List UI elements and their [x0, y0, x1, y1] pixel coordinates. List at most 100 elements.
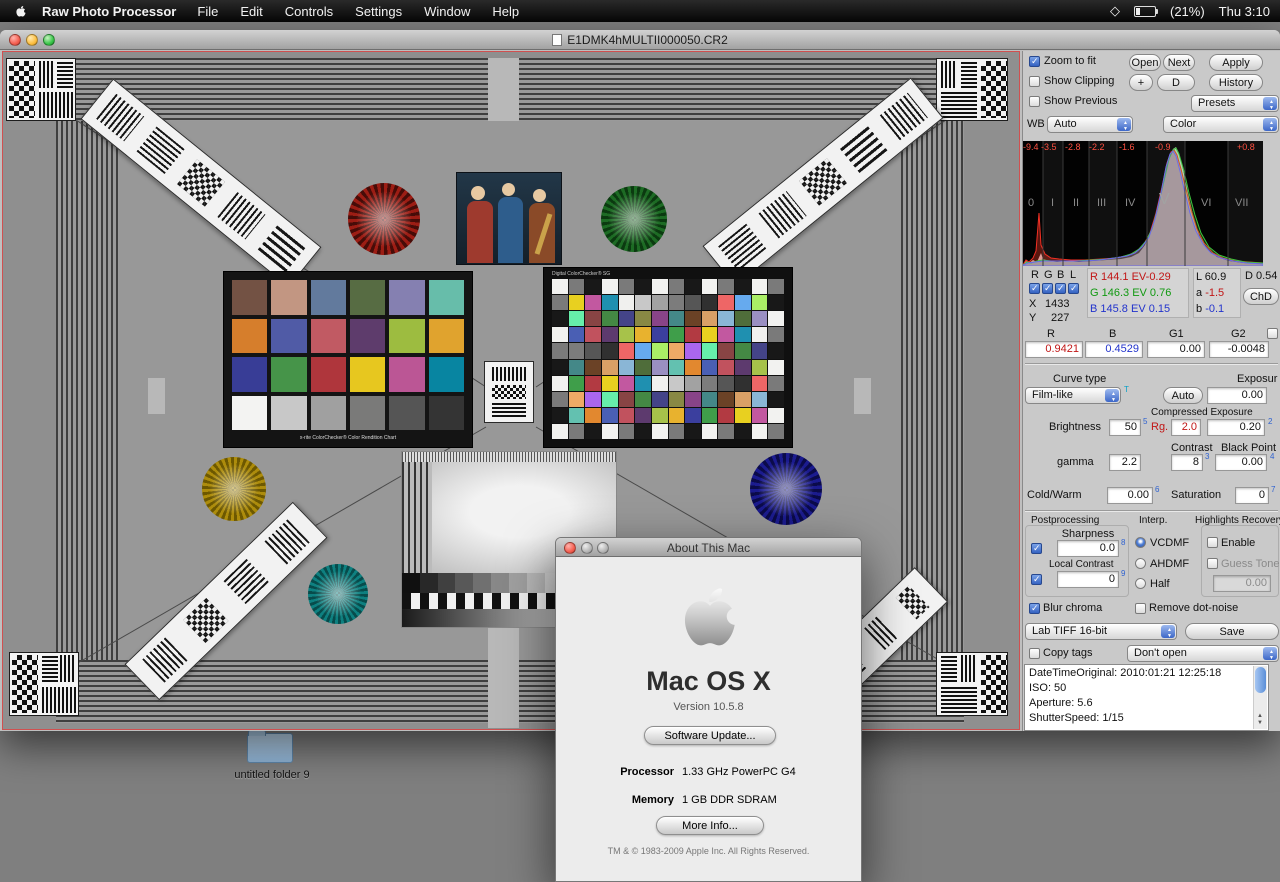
channel-r-label: R	[1031, 269, 1039, 281]
remove-dot-noise-checkbox[interactable]	[1135, 603, 1146, 614]
mult-r-field[interactable]: 0.9421	[1025, 341, 1083, 358]
highlights-amount-field[interactable]: 0.00	[1213, 575, 1271, 592]
after-save-popup[interactable]: Don't open	[1127, 645, 1279, 662]
sg-patch	[701, 295, 718, 311]
software-update-button[interactable]: Software Update...	[644, 726, 776, 745]
show-previous-label: Show Previous	[1044, 95, 1118, 107]
local-contrast-field[interactable]: 0	[1057, 571, 1119, 588]
d-button[interactable]: D	[1157, 74, 1195, 91]
rg-field[interactable]: 2.0	[1171, 419, 1201, 436]
center-resolution-target	[484, 361, 534, 423]
exposure-field[interactable]: 0.00	[1207, 387, 1267, 404]
sg-patch	[768, 343, 784, 359]
menu-file[interactable]: File	[186, 4, 229, 19]
diamond-status-icon[interactable]: ◇	[1110, 3, 1120, 19]
mult-g1-field[interactable]: 0.00	[1147, 341, 1205, 358]
mult-g2-field[interactable]: -0.0048	[1209, 341, 1269, 358]
apply-button[interactable]: Apply	[1209, 54, 1263, 71]
zone-label: III	[1097, 197, 1107, 209]
sg-patch	[718, 295, 735, 311]
app-menu-title[interactable]: Raw Photo Processor	[42, 4, 176, 19]
about-title-bar[interactable]: About This Mac	[556, 538, 861, 557]
sg-patch	[701, 279, 718, 295]
white-balance-popup[interactable]: Auto	[1047, 116, 1133, 133]
mult-lock-checkbox[interactable]	[1267, 328, 1278, 339]
sg-patch	[718, 311, 735, 327]
star-target-teal	[308, 564, 368, 624]
menu-controls[interactable]: Controls	[274, 4, 344, 19]
sg-patch	[735, 407, 751, 423]
info-scrollbar[interactable]	[1253, 666, 1267, 729]
mult-header-g1: G1	[1169, 328, 1184, 340]
open-button[interactable]: Open	[1129, 54, 1161, 71]
next-button[interactable]: Next	[1163, 54, 1195, 71]
sg-patch	[685, 407, 701, 423]
sharpness-checkbox[interactable]	[1031, 543, 1042, 554]
saturation-label: Saturation	[1171, 489, 1222, 501]
sg-patch	[735, 279, 751, 295]
zoom-to-fit-label: Zoom to fit	[1044, 55, 1096, 67]
color-mode-popup[interactable]: Color	[1163, 116, 1279, 133]
main-title-bar[interactable]: E1DMK4hMULTII000050.CR2	[0, 30, 1280, 50]
menu-help[interactable]: Help	[481, 4, 530, 19]
interp-half-radio[interactable]	[1135, 578, 1146, 589]
menu-settings[interactable]: Settings	[344, 4, 413, 19]
menu-window[interactable]: Window	[413, 4, 481, 19]
channel-r-checkbox[interactable]	[1029, 283, 1040, 294]
desktop-folder-icon[interactable]	[247, 730, 293, 763]
sg-patch	[651, 327, 668, 343]
output-format-popup[interactable]: Lab TIFF 16-bit	[1025, 623, 1177, 640]
channel-b-checkbox[interactable]	[1055, 283, 1066, 294]
gamma-field[interactable]: 2.2	[1109, 454, 1141, 471]
brightness-field[interactable]: 50	[1109, 419, 1141, 436]
sg-patch	[751, 327, 768, 343]
probe-x-value: 1433	[1045, 298, 1070, 310]
menu-edit[interactable]: Edit	[229, 4, 273, 19]
black-point-field[interactable]: 0.00	[1215, 454, 1267, 471]
desktop-folder-label[interactable]: untitled folder 9	[218, 769, 326, 781]
blur-chroma-checkbox[interactable]	[1029, 603, 1040, 614]
guess-tone-checkbox[interactable]	[1207, 558, 1218, 569]
interp-vcdmf-radio[interactable]	[1135, 537, 1146, 548]
chd-button[interactable]: ChD	[1243, 288, 1279, 305]
channel-g-checkbox[interactable]	[1042, 283, 1053, 294]
mult-b-field[interactable]: 0.4529	[1085, 341, 1143, 358]
compressed-exposure-field[interactable]: 0.20	[1207, 419, 1265, 436]
battery-icon[interactable]	[1133, 5, 1158, 17]
sharpness-field[interactable]: 0.0	[1057, 540, 1119, 557]
presets-popup[interactable]: Presets	[1191, 95, 1279, 112]
interp-label: Interp.	[1139, 515, 1168, 526]
gray-step	[491, 573, 509, 593]
sg-patch	[701, 391, 718, 407]
save-button[interactable]: Save	[1185, 623, 1279, 640]
show-previous-checkbox[interactable]	[1029, 96, 1040, 107]
gray-step	[437, 573, 456, 593]
plus-button[interactable]: +	[1129, 74, 1153, 91]
more-info-button[interactable]: More Info...	[656, 816, 764, 835]
sg-patch	[651, 311, 668, 327]
histogram[interactable]: -9.4 -3.5 -2.8 -2.2 -1.6 -0.9 +0.8 0 I I…	[1023, 141, 1263, 266]
sg-patch	[585, 391, 601, 407]
sg-patch	[552, 343, 568, 359]
menu-clock[interactable]: Thu 3:10	[1219, 4, 1270, 19]
contrast-field[interactable]: 8	[1171, 454, 1203, 471]
remove-dot-noise-label: Remove dot-noise	[1149, 602, 1239, 614]
sg-patch	[735, 311, 751, 327]
history-button[interactable]: History	[1209, 74, 1263, 91]
apple-menu-icon[interactable]	[14, 4, 28, 19]
show-clipping-checkbox[interactable]	[1029, 76, 1040, 87]
channel-l-checkbox[interactable]	[1068, 283, 1079, 294]
highlights-enable-checkbox[interactable]	[1207, 537, 1218, 548]
sg-patch	[718, 279, 735, 295]
curve-type-popup[interactable]: Film-like	[1025, 387, 1121, 404]
saturation-field[interactable]: 0	[1235, 487, 1269, 504]
exif-info-box[interactable]: DateTimeOriginal: 2010:01:21 12:25:18 IS…	[1024, 664, 1269, 731]
local-contrast-checkbox[interactable]	[1031, 574, 1042, 585]
auto-exposure-button[interactable]: Auto	[1163, 387, 1203, 404]
cold-warm-field[interactable]: 0.00	[1107, 487, 1153, 504]
zoom-to-fit-checkbox[interactable]	[1029, 56, 1040, 67]
interp-ahdmf-radio[interactable]	[1135, 558, 1146, 569]
sg-patch	[685, 375, 701, 391]
copy-tags-checkbox[interactable]	[1029, 648, 1040, 659]
test-chart-image[interactable]: x-rite ColorChecker® Color Rendition Cha…	[2, 51, 1020, 730]
